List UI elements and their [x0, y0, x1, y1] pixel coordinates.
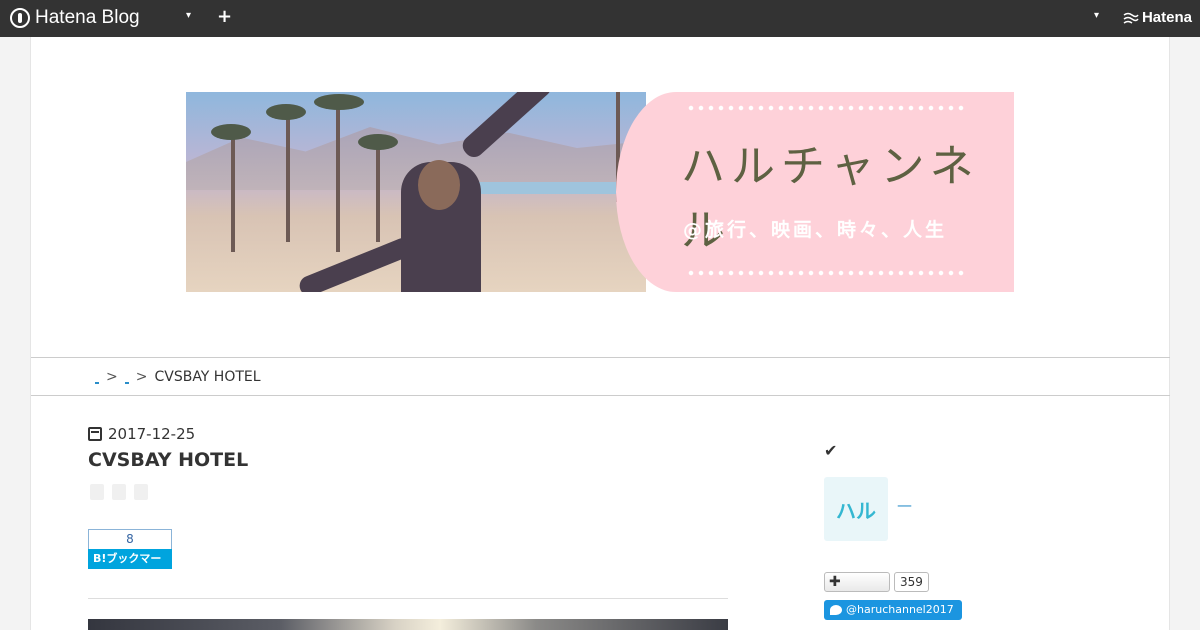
hatena-logo-text: Hatena [1141, 9, 1192, 26]
calendar-icon [88, 427, 102, 441]
banner-person-head [418, 160, 460, 210]
entry-title[interactable]: CVSBAY HOTEL [88, 449, 248, 471]
follower-count: 359 [894, 572, 929, 592]
breadcrumb-current: CVSBAY HOTEL [154, 368, 261, 385]
twitter-bird-icon [830, 605, 842, 615]
blog-header-banner[interactable]: ハルチャンネル @旅行、映画、時々、人生 [186, 92, 1014, 292]
palm-tree-trunk [336, 102, 340, 252]
profile-avatar[interactable]: ハル [824, 477, 888, 541]
follow-button[interactable]: ✚ [824, 572, 890, 592]
twitter-handle: @haruchannel2017 [846, 603, 954, 616]
category-chip[interactable] [90, 484, 104, 500]
palm-tree-leaves [211, 124, 251, 140]
entry-categories [90, 484, 148, 500]
profile-name-link[interactable]: — [897, 496, 912, 514]
entry-divider [88, 598, 728, 599]
palm-tree-leaves [314, 94, 364, 110]
hatena-blog-logo-icon [10, 8, 30, 28]
palm-tree-leaves [358, 134, 398, 150]
category-chip[interactable] [112, 484, 126, 500]
breadcrumb-separator: > [106, 368, 118, 385]
entry-image[interactable] [88, 619, 728, 630]
follow-widget: ✚ 359 [824, 572, 929, 592]
hatena-bookmark-button[interactable]: 8 B!ブックマーク [88, 529, 172, 585]
banner-photo [186, 92, 646, 292]
palm-tree-trunk [286, 112, 290, 242]
entry-date[interactable]: 2017-12-25 [88, 425, 195, 443]
breadcrumb: > > CVSBAY HOTEL [31, 357, 1170, 396]
check-icon: ✔ [824, 441, 838, 460]
blog-container: ハルチャンネル @旅行、映画、時々、人生 > > CVSBAY HOTEL 20… [30, 37, 1170, 630]
brand-text: Hatena Blog [35, 7, 140, 28]
global-header: Hatena Blog ▾ + ▾ Hatena [0, 0, 1200, 37]
breadcrumb-category-link[interactable] [124, 380, 129, 384]
bookmark-count[interactable]: 8 [88, 529, 172, 549]
brand-menu-caret-icon[interactable]: ▾ [186, 10, 191, 21]
entry-date-text: 2017-12-25 [108, 425, 196, 443]
hatena-logo-link[interactable]: Hatena [1123, 9, 1192, 26]
blog-subtitle: @旅行、映画、時々、人生 [683, 219, 948, 241]
breadcrumb-separator: > [135, 368, 148, 385]
banner-dot-line [686, 270, 966, 276]
bookmark-label: B!ブックマーク [88, 549, 172, 585]
user-menu-caret-icon[interactable]: ▾ [1094, 10, 1099, 21]
banner-dot-line [686, 105, 966, 111]
palm-tree-leaves [266, 104, 306, 120]
palm-tree-trunk [231, 132, 235, 252]
new-entry-plus-button[interactable]: + [217, 6, 232, 27]
palm-tree-trunk [376, 142, 380, 242]
hatena-wave-icon [1123, 12, 1139, 24]
banner-person-arm [296, 235, 416, 292]
twitter-follow-button[interactable]: @haruchannel2017 [824, 600, 962, 620]
breadcrumb-home-link[interactable] [95, 380, 99, 384]
hatena-blog-brand[interactable]: Hatena Blog [10, 7, 140, 29]
category-chip[interactable] [134, 484, 148, 500]
